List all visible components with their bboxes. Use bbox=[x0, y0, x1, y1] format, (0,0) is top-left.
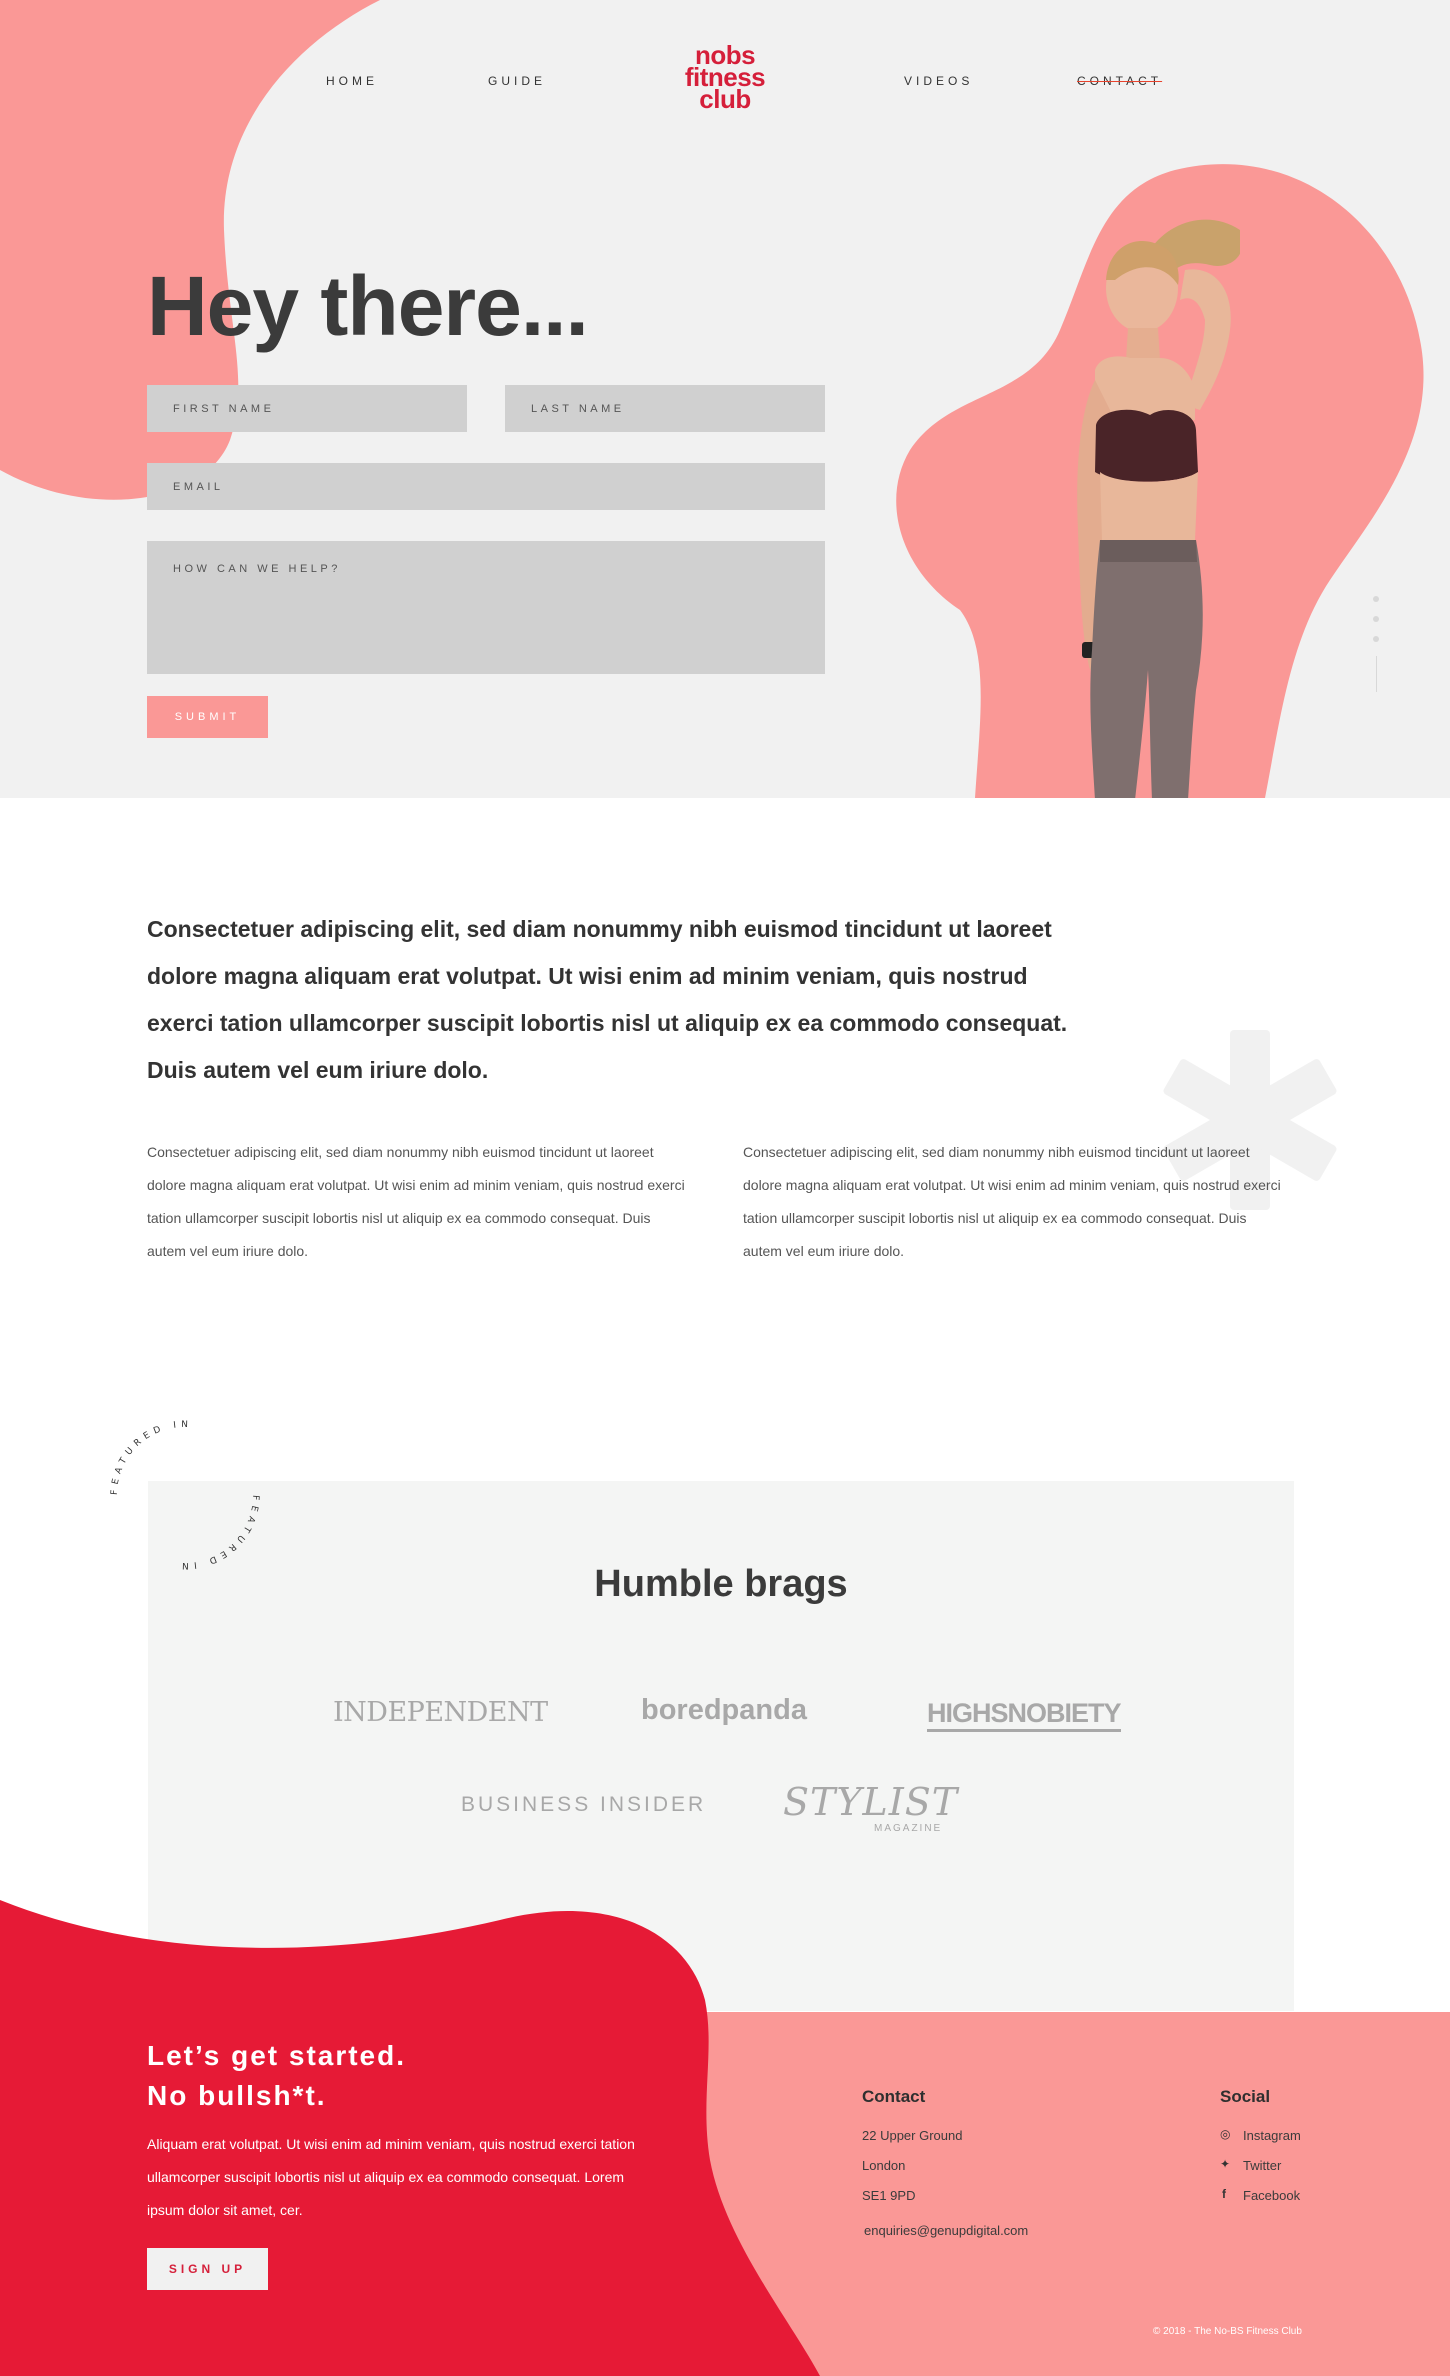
sign-up-button[interactable]: SIGN UP bbox=[147, 2248, 268, 2290]
logo-line-3: club bbox=[699, 84, 751, 114]
contact-address-line-3: SE1 9PD bbox=[862, 2188, 916, 2203]
intro-column-right: Consectetuer adipiscing elit, sed diam n… bbox=[743, 1144, 1281, 1259]
featured-in-text-2: FEATURED IN bbox=[177, 1495, 255, 1570]
hero-section: HOME GUIDE nobs fitness club VIDEOS CONT… bbox=[0, 0, 1450, 798]
facebook-icon: f bbox=[1222, 2187, 1226, 2201]
press-highsnobiety: HIGHSNOBIETY bbox=[927, 1698, 1122, 1732]
message-textarea[interactable] bbox=[147, 541, 825, 674]
dot-icon bbox=[1373, 596, 1379, 602]
social-instagram-link[interactable]: Instagram bbox=[1243, 2128, 1301, 2143]
contact-address-line-1: 22 Upper Ground bbox=[862, 2128, 963, 2143]
divider bbox=[1376, 656, 1377, 692]
nav-videos-link[interactable]: VIDEOS bbox=[904, 74, 973, 88]
nav-contact-link[interactable]: CONTACT bbox=[1077, 74, 1162, 88]
last-name-input[interactable] bbox=[505, 385, 825, 432]
social-facebook-link[interactable]: Facebook bbox=[1243, 2188, 1300, 2203]
press-stylist: STYLIST bbox=[783, 1780, 959, 1824]
contact-title: Contact bbox=[862, 2087, 926, 2106]
svg-text:FEATURED IN: FEATURED IN bbox=[110, 1420, 193, 1495]
svg-text:FEATURED IN: FEATURED IN bbox=[177, 1495, 260, 1570]
submit-button[interactable]: SUBMIT bbox=[147, 696, 268, 738]
copyright-text: © 2018 - The No-BS Fitness Club bbox=[1153, 2326, 1302, 2337]
dot-icon bbox=[1373, 616, 1379, 622]
model-photo bbox=[1077, 219, 1240, 798]
brags-title: Humble brags bbox=[594, 1563, 848, 1605]
email-input[interactable] bbox=[147, 463, 825, 510]
footer-headline-line-1: Let’s get started. bbox=[147, 2040, 407, 2071]
press-stylist-magazine: MAGAZINE bbox=[874, 1823, 943, 1834]
side-social-dots bbox=[1373, 596, 1381, 692]
press-independent: INDEPENDENT bbox=[333, 1697, 548, 1728]
intro-lead-paragraph: Consectetuer adipiscing elit, sed diam n… bbox=[147, 916, 1068, 1083]
nav-guide-link[interactable]: GUIDE bbox=[488, 74, 546, 88]
social-twitter-link[interactable]: Twitter bbox=[1243, 2158, 1281, 2173]
social-title: Social bbox=[1220, 2087, 1271, 2106]
contact-email-link[interactable]: enquiries@genupdigital.com bbox=[864, 2223, 1028, 2238]
press-boredpanda: boredpanda bbox=[641, 1694, 807, 1726]
logo[interactable]: nobs fitness club bbox=[660, 42, 790, 114]
footer-headline-line-2: No bullsh*t. bbox=[147, 2080, 327, 2111]
twitter-icon: ✦ bbox=[1220, 2157, 1231, 2171]
intro-column-left: Consectetuer adipiscing elit, sed diam n… bbox=[147, 1144, 685, 1259]
footer-headline: Let’s get started. No bullsh*t. bbox=[147, 2036, 406, 2116]
footer-body-text: Aliquam erat volutpat. Ut wisi enim ad m… bbox=[147, 2136, 635, 2218]
instagram-icon: ◎ bbox=[1220, 2127, 1231, 2141]
featured-in-badge-icon: FEATURED IN FEATURED IN bbox=[110, 1420, 260, 1570]
contact-address-line-2: London bbox=[862, 2158, 906, 2173]
featured-in-text: FEATURED IN bbox=[110, 1420, 188, 1495]
first-name-input[interactable] bbox=[147, 385, 467, 432]
press-business-insider: BUSINESS INSIDER bbox=[461, 1793, 707, 1816]
hero-title: Hey there... bbox=[147, 259, 589, 353]
dot-icon bbox=[1373, 636, 1379, 642]
nav-home-link[interactable]: HOME bbox=[326, 74, 378, 88]
